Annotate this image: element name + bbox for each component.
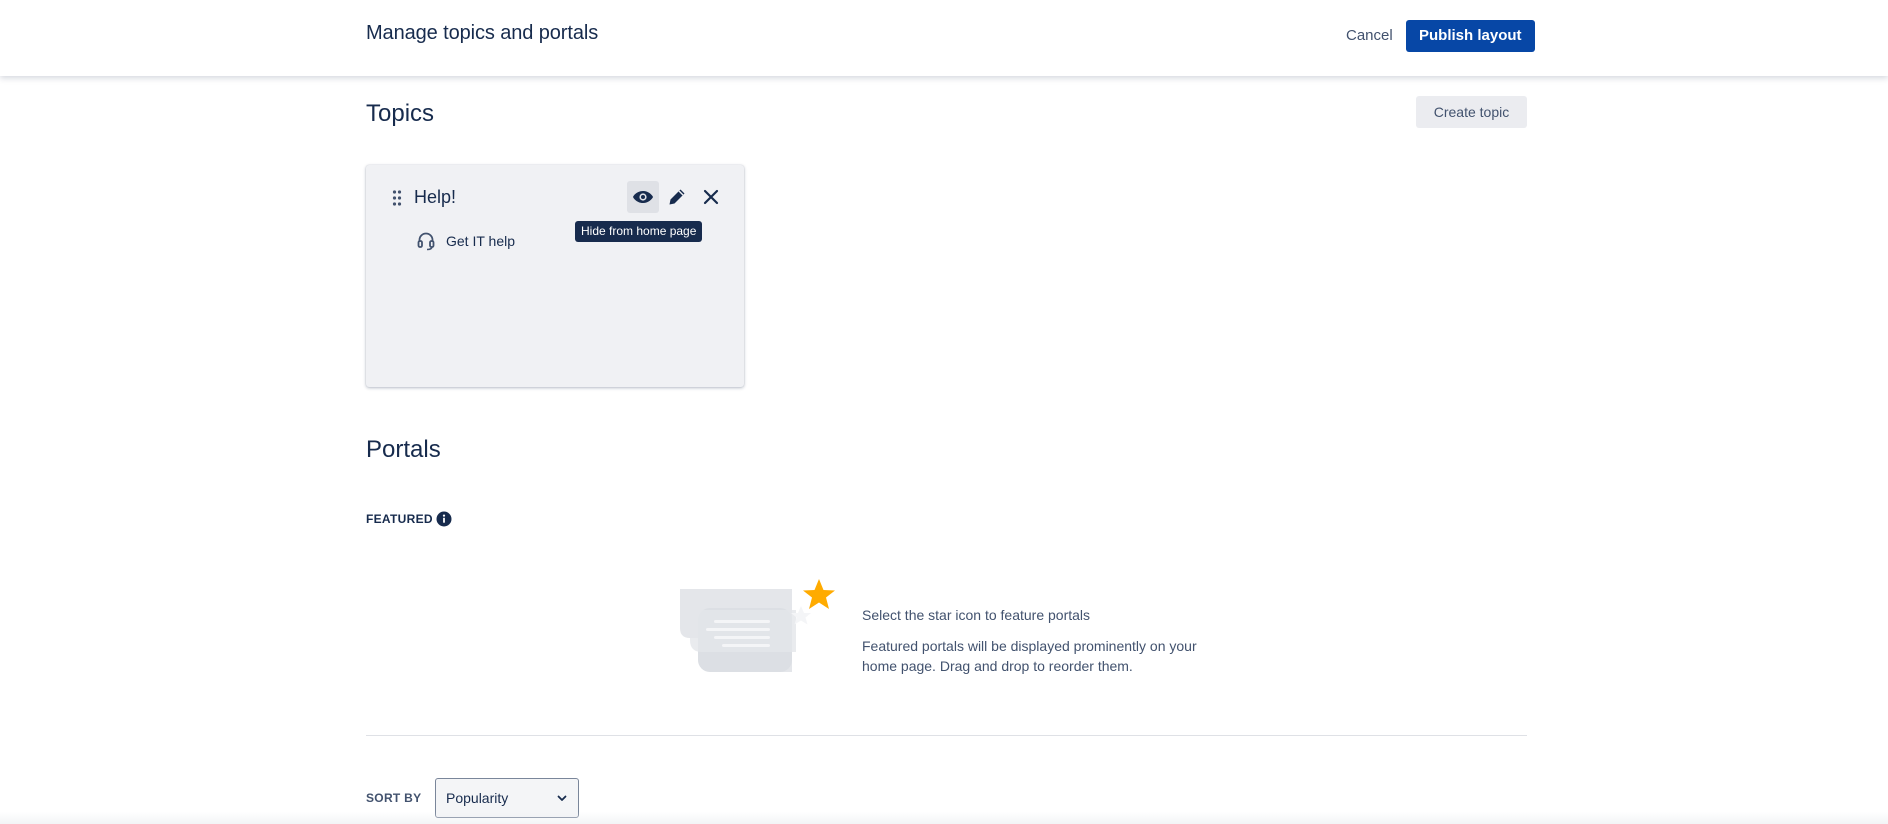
topics-heading: Topics bbox=[366, 100, 435, 127]
info-icon[interactable] bbox=[436, 511, 452, 527]
sort-by-label: SORT BY bbox=[366, 791, 422, 805]
empty-state-description: Featured portals will be displayed promi… bbox=[862, 638, 1197, 674]
sort-by-value: Popularity bbox=[446, 790, 509, 806]
scroll-fade bbox=[0, 812, 1888, 824]
chevron-down-icon bbox=[557, 795, 567, 801]
featured-label: FEATURED bbox=[366, 512, 433, 526]
featured-portals-illustration bbox=[680, 579, 835, 672]
topic-card: Help! Hide from home page Get IT help bbox=[366, 165, 744, 387]
empty-state-heading: Select the star icon to feature portals bbox=[862, 607, 1091, 623]
eye-icon bbox=[633, 191, 653, 203]
edit-topic-button[interactable] bbox=[661, 181, 693, 213]
page-title: Manage topics and portals bbox=[366, 22, 599, 44]
divider bbox=[366, 735, 1527, 736]
remove-topic-button[interactable] bbox=[695, 181, 727, 213]
portal-label: Get IT help bbox=[446, 233, 516, 249]
pencil-icon bbox=[669, 189, 685, 205]
create-topic-button[interactable]: Create topic bbox=[1416, 96, 1527, 128]
publish-layout-button[interactable]: Publish layout bbox=[1406, 20, 1535, 52]
portals-heading: Portals bbox=[366, 436, 441, 463]
tooltip: Hide from home page bbox=[575, 221, 703, 242]
top-bar: Manage topics and portals Cancel Publish… bbox=[0, 0, 1888, 76]
portal-item[interactable]: Get IT help bbox=[416, 231, 515, 251]
close-icon bbox=[703, 189, 719, 205]
cancel-button[interactable]: Cancel bbox=[1334, 20, 1405, 52]
topic-title: Help! bbox=[414, 187, 457, 207]
headset-icon bbox=[417, 232, 435, 251]
hide-from-home-button[interactable] bbox=[627, 181, 659, 213]
drag-handle-icon[interactable] bbox=[392, 190, 402, 206]
